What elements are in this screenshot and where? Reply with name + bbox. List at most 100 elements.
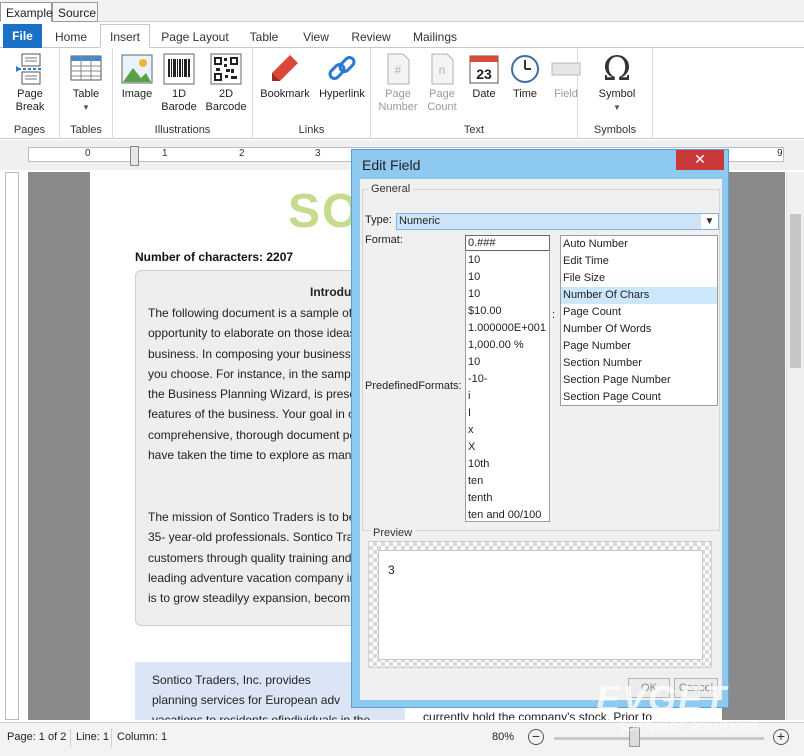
dialog-body: General Type: Numeric ▼ Format: 0.### Pr… [360, 179, 722, 700]
table-label: Table [72, 88, 100, 100]
format-option[interactable]: 10 [466, 269, 549, 286]
general-legend: General [368, 183, 414, 195]
date-label: Date [472, 88, 496, 100]
ruler-mark-9: 9 [777, 148, 783, 159]
date-button[interactable]: 23 Date [465, 52, 503, 101]
column-indicator: Column: 1 [117, 731, 168, 743]
watermark-logo: EVGET [596, 678, 729, 719]
tab-example[interactable]: Example [0, 2, 53, 22]
ruler-mark-1: 1 [162, 148, 168, 159]
time-button[interactable]: Time [505, 52, 545, 101]
tab-home[interactable]: Home [48, 25, 94, 48]
indent-marker[interactable] [130, 146, 139, 166]
tab-source[interactable]: Source [52, 2, 98, 22]
format-option[interactable]: X [466, 439, 549, 456]
barcode-1d-button[interactable]: 1D Barode [159, 52, 199, 114]
format-option[interactable]: tenth [466, 490, 549, 507]
close-button[interactable]: ✕ [676, 150, 724, 170]
tab-table[interactable]: Table [242, 25, 286, 48]
format-input[interactable]: 0.### [465, 235, 550, 251]
page-number-button[interactable]: # Page Number [377, 52, 419, 114]
field-type-option[interactable]: Section Page Count [561, 389, 717, 405]
field-type-option[interactable]: Number Of Words [561, 321, 717, 338]
format-option[interactable]: -10- [466, 371, 549, 388]
type-select[interactable]: Numeric ▼ [396, 213, 719, 230]
table-button[interactable]: Table ▼ [66, 52, 106, 114]
page-number-icon: # [387, 53, 410, 85]
tab-view[interactable]: View [294, 25, 338, 48]
field-type-option[interactable]: File Size [561, 270, 717, 287]
general-group: General Type: Numeric ▼ Format: 0.### Pr… [362, 183, 720, 531]
bookmark-icon [272, 55, 298, 81]
group-illustrations: Image 1D Barode 2D Barcode Illustrations [113, 48, 253, 139]
symbol-label: Symbol [598, 88, 636, 100]
tab-mailings[interactable]: Mailings [406, 25, 464, 48]
vertical-scrollbar[interactable] [786, 172, 804, 720]
group-label-illustrations: Illustrations [154, 124, 211, 136]
format-option[interactable]: 10 [466, 354, 549, 371]
field-type-list[interactable]: Auto Number Edit Time File Size Number Of C… [560, 235, 718, 406]
vertical-ruler[interactable] [5, 172, 19, 720]
image-label: Image [121, 88, 153, 100]
field-type-option[interactable]: Auto Number [561, 236, 717, 253]
format-option[interactable]: 10th [466, 456, 549, 473]
field-type-option[interactable]: Page Count [561, 304, 717, 321]
format-option[interactable]: 10 [466, 286, 549, 303]
format-option[interactable]: ten [466, 473, 549, 490]
format-option[interactable]: 1.000000E+001 [466, 320, 549, 337]
tab-insert[interactable]: Insert [100, 24, 150, 48]
group-label-links: Links [298, 124, 325, 136]
format-option[interactable]: x [466, 422, 549, 439]
format-option[interactable]: 1,000.00 % [466, 337, 549, 354]
group-links: Bookmark Hyperlink Links [253, 48, 371, 139]
demo-tab-bar: Example Source [0, 0, 804, 22]
field-type-option[interactable]: Number Of Chars [561, 287, 717, 304]
field-label: Field [554, 88, 578, 100]
ruler-mark-3: 3 [315, 148, 321, 159]
symbol-button[interactable]: Ω Symbol ▼ [596, 52, 638, 114]
field-type-option[interactable]: Section Number [561, 355, 717, 372]
zoom-slider-track[interactable] [554, 737, 764, 740]
format-option[interactable]: i [466, 388, 549, 405]
zoom-in-button[interactable]: + [773, 729, 789, 745]
field-type-option[interactable]: Section Page Number [561, 372, 717, 389]
char-count-heading: Number of characters: 2207 [135, 250, 294, 264]
format-option[interactable]: ten and 00/100 [466, 507, 549, 521]
calendar-icon: 23 [469, 55, 499, 84]
field-type-option[interactable]: Edit Time [561, 253, 717, 270]
barcode-icon [163, 53, 195, 85]
group-label-tables: Tables [70, 124, 102, 136]
scrollbar-thumb[interactable] [790, 214, 801, 368]
calendar-day: 23 [476, 66, 492, 82]
ruler-mark-2: 2 [239, 148, 245, 159]
plus-icon: + [776, 728, 786, 744]
format-option[interactable]: I [466, 405, 549, 422]
close-icon: ✕ [694, 151, 706, 167]
hyperlink-label: Hyperlink [319, 88, 365, 100]
tab-review[interactable]: Review [346, 25, 396, 48]
ribbon: Page Break Pages Table ▼ Tables Image 1D… [0, 48, 804, 139]
group-symbols: Ω Symbol ▼ Symbols [578, 48, 653, 139]
zoom-out-button[interactable]: − [528, 729, 544, 745]
clock-icon [511, 55, 539, 83]
hyperlink-button[interactable]: Hyperlink [315, 52, 369, 101]
format-option[interactable]: $10.00 [466, 303, 549, 320]
line-indicator: Line: 1 [76, 731, 110, 743]
page-count-button[interactable]: n Page Count [421, 52, 463, 114]
ribbon-tab-bar: File Home Insert Page Layout Table View … [0, 22, 804, 48]
tab-page-layout[interactable]: Page Layout [156, 25, 234, 48]
format-option[interactable]: 10 [466, 252, 549, 269]
page-break-button[interactable]: Page Break [8, 52, 52, 114]
predefined-formats-list[interactable]: 10 10 10 $10.00 1.000000E+001 1,000.00 % 10 -10… [465, 252, 550, 522]
field-type-option[interactable]: Page Number [561, 338, 717, 355]
bookmark-label: Bookmark [260, 88, 310, 100]
group-label-symbols: Symbols [593, 124, 637, 136]
tab-file[interactable]: File [3, 24, 42, 48]
image-button[interactable]: Image [117, 52, 157, 101]
barcode-2d-label: 2D Barcode [205, 88, 247, 113]
table-icon [70, 55, 102, 81]
group-pages: Page Break Pages [0, 48, 60, 139]
bookmark-button[interactable]: Bookmark [257, 52, 313, 101]
svg-text:#: # [395, 63, 402, 77]
barcode-2d-button[interactable]: 2D Barcode [203, 52, 249, 114]
